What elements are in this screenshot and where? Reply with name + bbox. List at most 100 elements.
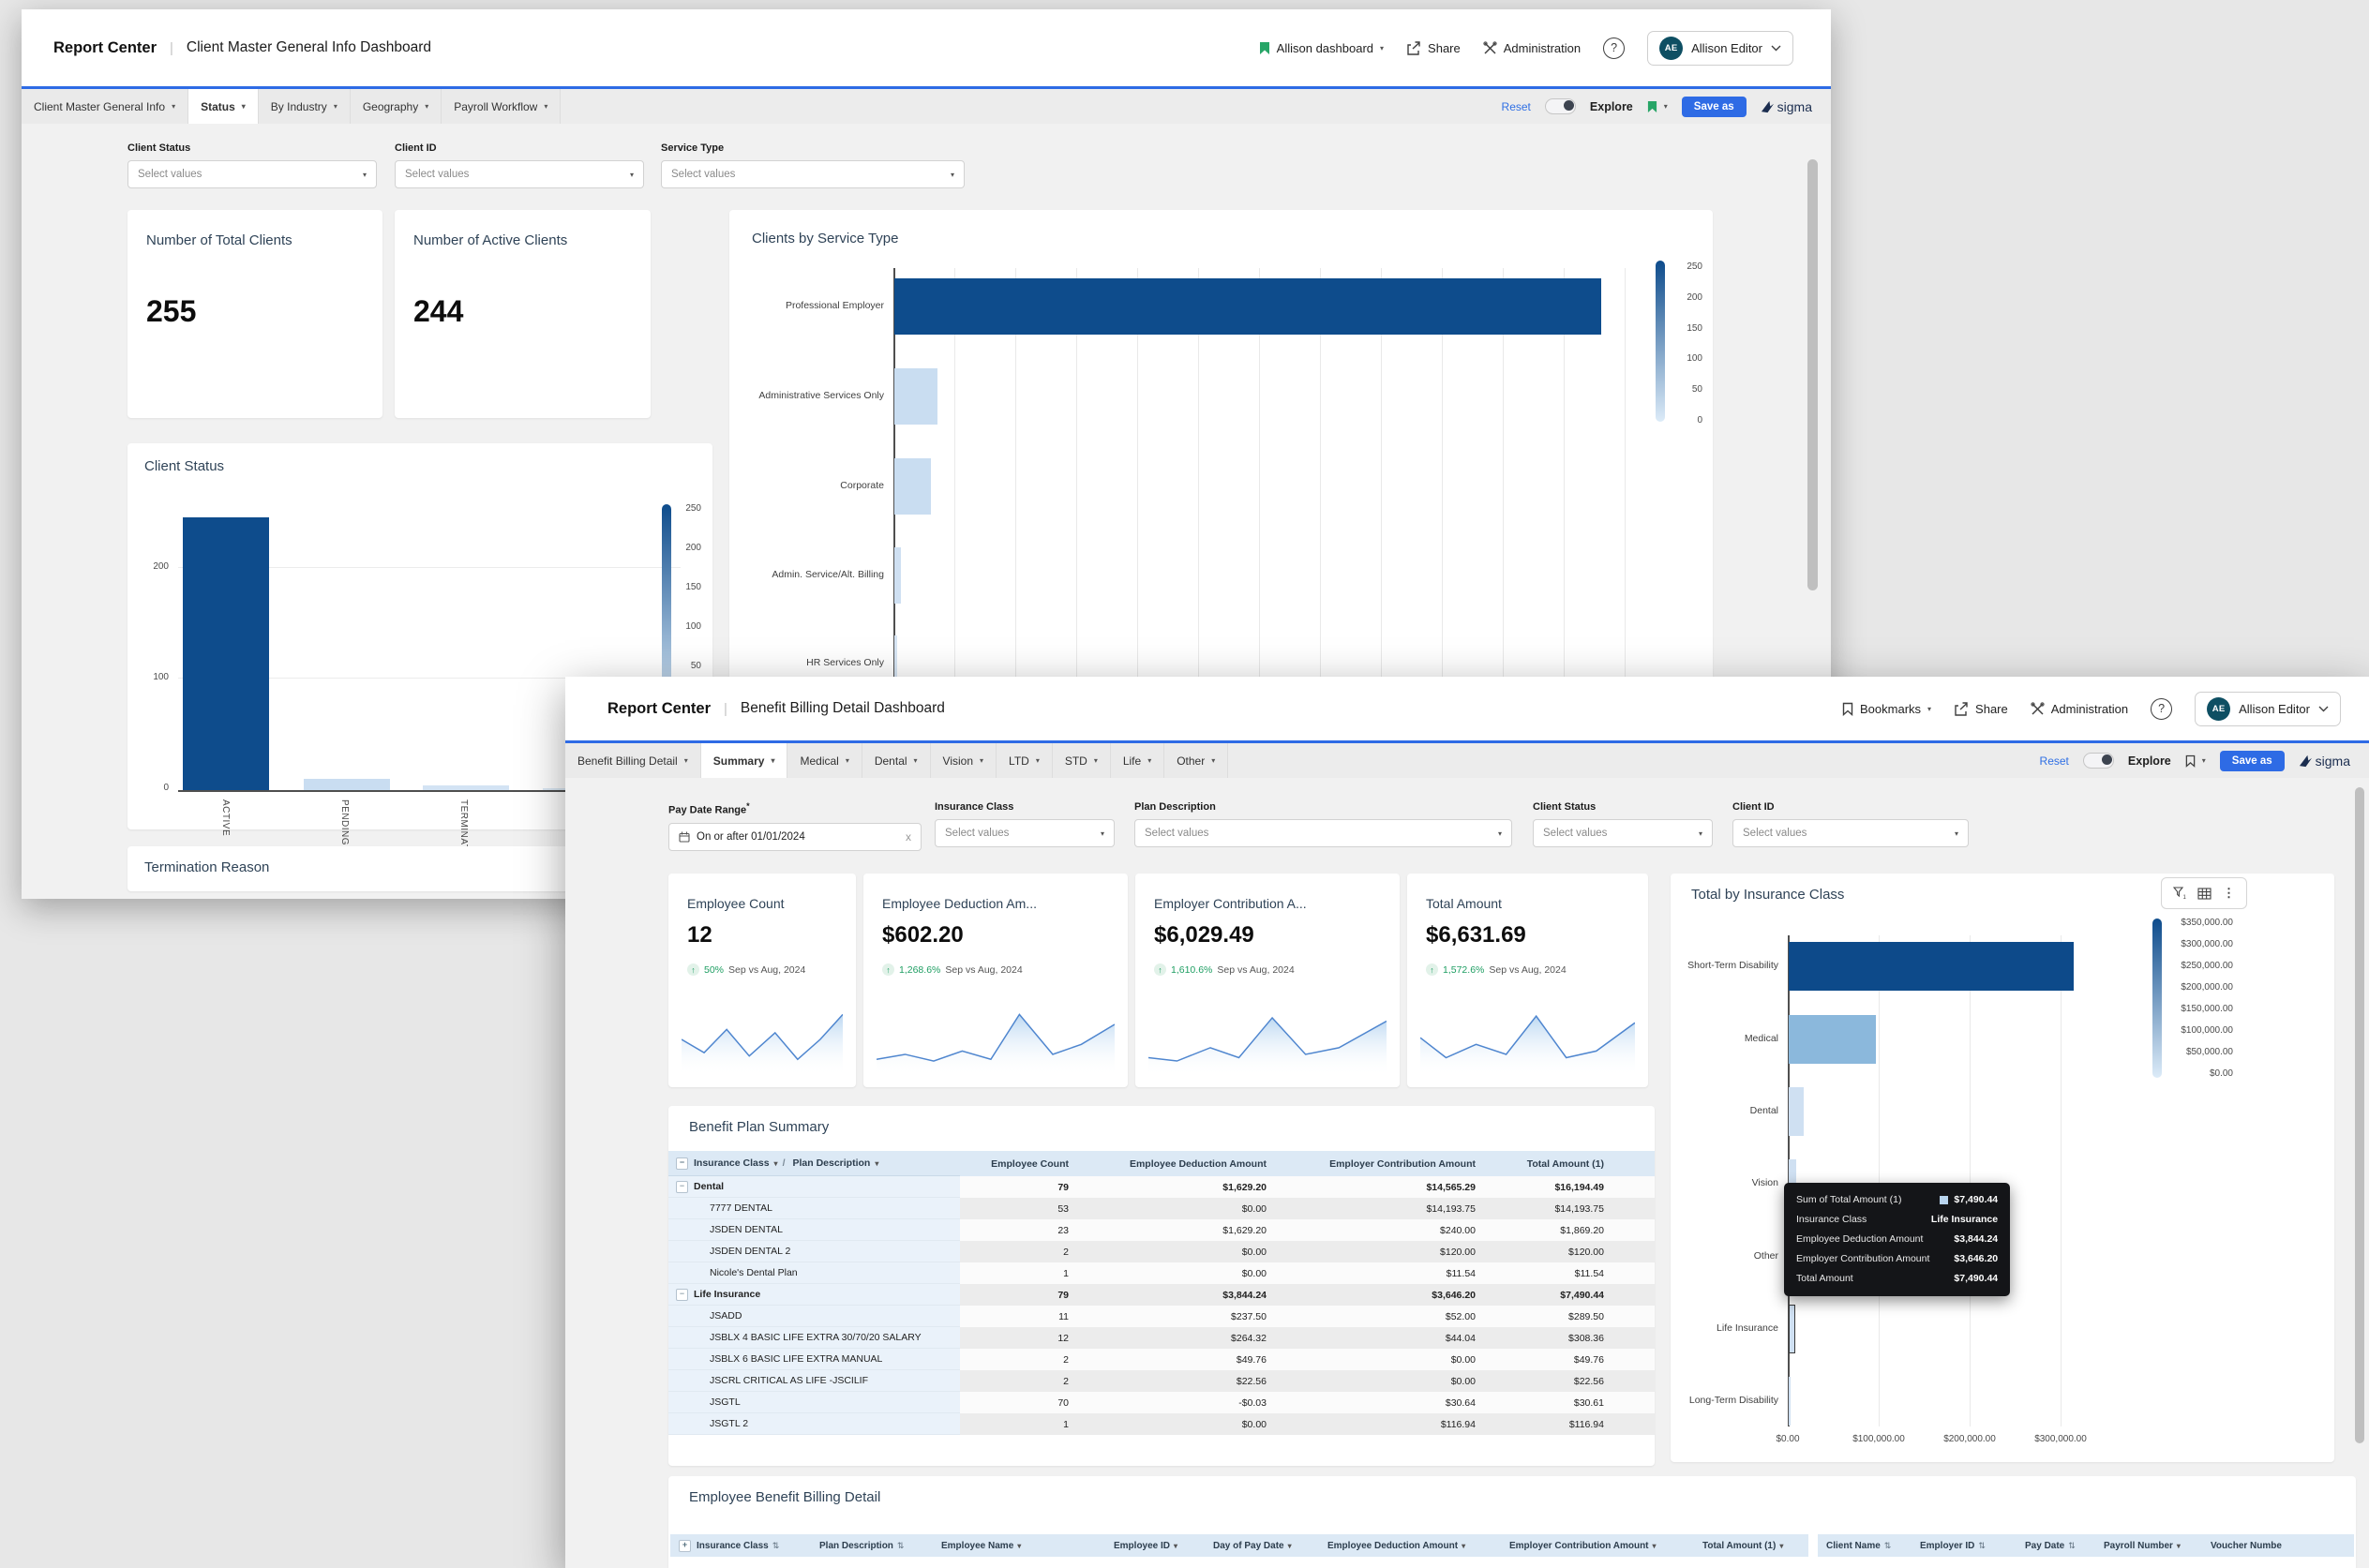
bar-dental[interactable] — [1789, 1087, 1804, 1136]
table-row[interactable]: −Life Insurance79$3,844.24$3,646.20$7,49… — [668, 1284, 1655, 1306]
bar-administrative-services-only[interactable] — [894, 368, 937, 425]
collapse-icon[interactable]: − — [676, 1181, 688, 1193]
column-header-employee-name[interactable]: Employee Name▾ — [933, 1534, 1105, 1557]
bar-terminated[interactable] — [423, 785, 509, 790]
save-as-button[interactable]: Save as — [2220, 751, 2285, 771]
column-header-payroll-number[interactable]: Payroll Number▾ — [2095, 1534, 2202, 1557]
service-type-select[interactable]: Select values▾ — [661, 160, 965, 188]
table-row[interactable]: JSCRL CRITICAL AS LIFE -JSCILIF2$22.56$0… — [668, 1370, 1655, 1392]
column-header-total-amount-1[interactable]: Total Amount (1) — [1485, 1151, 1613, 1176]
tab-ltd[interactable]: LTD▾ — [997, 743, 1053, 778]
back-window-scrollbar[interactable] — [1807, 159, 1818, 590]
collapse-icon[interactable]: − — [676, 1289, 688, 1301]
column-header-day-of-pay-date[interactable]: Day of Pay Date▾ — [1205, 1534, 1319, 1557]
collapse-icon[interactable]: − — [676, 1157, 688, 1170]
table-row[interactable]: JSGTL70-$0.03$30.64$30.61 — [668, 1392, 1655, 1413]
table-row[interactable]: −Dental79$1,629.20$14,565.29$16,194.49 — [668, 1176, 1655, 1198]
table-row[interactable]: JSGTL 21$0.00$116.94$116.94 — [668, 1413, 1655, 1435]
share-button[interactable]: Share — [1406, 41, 1461, 55]
share-button[interactable]: Share — [1954, 702, 2008, 716]
tab-payroll-workflow[interactable]: Payroll Workflow▾ — [442, 89, 561, 124]
table-row[interactable]: JSADD11$237.50$52.00$289.50 — [668, 1306, 1655, 1327]
table-row[interactable]: Nicole's Dental Plan1$0.00$11.54$11.54 — [668, 1262, 1655, 1284]
pay-date-range-input[interactable]: On or after 01/01/2024 x — [668, 823, 922, 851]
client-status-select[interactable]: Select values▾ — [127, 160, 377, 188]
user-menu[interactable]: AE Allison Editor — [2195, 692, 2341, 726]
kpi-employee-deduction-card[interactable]: Employee Deduction Am...$602.20↑1,268.6%… — [863, 874, 1128, 1087]
kpi-total-amount-card[interactable]: Total Amount$6,631.69↑1,572.6%Sep vs Aug… — [1407, 874, 1648, 1087]
column-header-total-amount-1[interactable]: Total Amount (1)▾ — [1694, 1534, 1808, 1557]
bar-medical[interactable] — [1789, 1015, 1876, 1064]
bar-short-term-disability[interactable] — [1789, 942, 2074, 991]
tab-client-master-general-info[interactable]: Client Master General Info▾ — [22, 89, 188, 124]
insurance-class-select[interactable]: Select values▾ — [935, 819, 1115, 847]
kpi-value: 244 — [413, 294, 463, 329]
kpi-title: Number of Total Clients — [146, 232, 292, 248]
save-as-button[interactable]: Save as — [1682, 97, 1747, 117]
column-header-employee-deduction-amount[interactable]: Employee Deduction Amount — [1078, 1151, 1276, 1176]
tab-by-industry[interactable]: By Industry▾ — [259, 89, 351, 124]
bar-active[interactable] — [183, 517, 269, 790]
table-row[interactable]: JSDEN DENTAL23$1,629.20$240.00$1,869.20 — [668, 1219, 1655, 1241]
tab-benefit-billing-detail[interactable]: Benefit Billing Detail▾ — [565, 743, 701, 778]
tree-header-cell[interactable]: −Insurance Class▾/Plan Description▾ — [668, 1151, 960, 1176]
table-row[interactable]: JSDEN DENTAL 22$0.00$120.00$120.00 — [668, 1241, 1655, 1262]
plan-description-select[interactable]: Select values▾ — [1134, 819, 1512, 847]
kpi-active-clients-card[interactable]: Number of Active Clients 244 — [395, 210, 651, 418]
bookmarks-menu[interactable]: Bookmarks ▾ — [1842, 702, 1931, 716]
bar-long-term-disability[interactable] — [1789, 1377, 1791, 1426]
column-header-pay-date[interactable]: Pay Date⇅ — [2017, 1534, 2095, 1557]
front-window-scrollbar[interactable] — [2355, 787, 2364, 1443]
tab-medical[interactable]: Medical▾ — [787, 743, 862, 778]
explore-toggle[interactable] — [1545, 98, 1576, 114]
user-menu[interactable]: AE Allison Editor — [1647, 31, 1793, 66]
tab-geography[interactable]: Geography▾ — [351, 89, 442, 124]
clear-filter-icon[interactable]: x — [906, 830, 911, 844]
expand-icon[interactable]: + — [679, 1540, 691, 1552]
filter-service-type: Service Type Select values▾ — [661, 142, 965, 188]
column-header-voucher-numbe[interactable]: Voucher Numbe — [2202, 1534, 2315, 1557]
reset-button[interactable]: Reset — [1502, 100, 1531, 113]
kpi-employer-contribution-card[interactable]: Employer Contribution A...$6,029.49↑1,61… — [1135, 874, 1400, 1087]
help-button[interactable]: ? — [2151, 698, 2172, 720]
column-header-client-name[interactable]: Client Name⇅ — [1818, 1534, 1912, 1557]
tab-vision[interactable]: Vision▾ — [931, 743, 997, 778]
help-button[interactable]: ? — [1603, 37, 1625, 59]
bar-life-insurance[interactable] — [1789, 1305, 1795, 1353]
column-header-employer-id[interactable]: Employer ID⇅ — [1912, 1534, 2017, 1557]
table-row[interactable]: JSBLX 4 BASIC LIFE EXTRA 30/70/20 SALARY… — [668, 1327, 1655, 1349]
tab-std[interactable]: STD▾ — [1053, 743, 1111, 778]
client-id-select[interactable]: Select values▾ — [1732, 819, 1969, 847]
column-header-employee-deduction-amount[interactable]: Employee Deduction Amount▾ — [1319, 1534, 1501, 1557]
column-header-employer-contribution-amount[interactable]: Employer Contribution Amount▾ — [1501, 1534, 1694, 1557]
tab-summary[interactable]: Summary▾ — [701, 743, 788, 778]
client-id-select[interactable]: Select values▾ — [395, 160, 644, 188]
column-header-employee-id[interactable]: Employee ID▾ — [1105, 1534, 1205, 1557]
kpi-employee-count-card[interactable]: Employee Count12↑50%Sep vs Aug, 2024 — [668, 874, 856, 1087]
tab-dental[interactable]: Dental▾ — [862, 743, 931, 778]
client-status-select[interactable]: Select values▾ — [1533, 819, 1713, 847]
bar-admin-service-alt-billing[interactable] — [894, 547, 901, 604]
front-window: Report Center | Benefit Billing Detail D… — [565, 677, 2369, 1568]
category-label: Other — [1671, 1250, 1788, 1262]
tab-status[interactable]: Status▾ — [188, 89, 259, 124]
explore-toggle[interactable] — [2083, 753, 2114, 769]
column-header-employee-count[interactable]: Employee Count — [960, 1151, 1078, 1176]
bar-pending[interactable] — [304, 779, 390, 790]
column-header-insurance-class[interactable]: +Insurance Class⇅ — [670, 1534, 811, 1557]
column-header-plan-description[interactable]: Plan Description⇅ — [811, 1534, 933, 1557]
bookmark-menu[interactable]: Allison dashboard ▾ — [1259, 41, 1384, 55]
column-header-employer-contribution-amount[interactable]: Employer Contribution Amount — [1276, 1151, 1485, 1176]
bookmark-save-button[interactable]: ▾ — [1647, 100, 1668, 113]
table-row[interactable]: JSBLX 6 BASIC LIFE EXTRA MANUAL2$49.76$0… — [668, 1349, 1655, 1370]
table-row[interactable]: 7777 DENTAL53$0.00$14,193.75$14,193.75 — [668, 1198, 1655, 1219]
bookmark-save-button[interactable]: ▾ — [2185, 754, 2206, 768]
bar-professional-employer[interactable] — [894, 278, 1601, 335]
reset-button[interactable]: Reset — [2040, 754, 2069, 768]
bar-corporate[interactable] — [894, 458, 931, 515]
kpi-total-clients-card[interactable]: Number of Total Clients 255 — [127, 210, 382, 418]
tab-other[interactable]: Other▾ — [1164, 743, 1228, 778]
administration-button[interactable]: Administration — [2031, 702, 2128, 716]
administration-button[interactable]: Administration — [1483, 41, 1581, 55]
tab-life[interactable]: Life▾ — [1111, 743, 1164, 778]
